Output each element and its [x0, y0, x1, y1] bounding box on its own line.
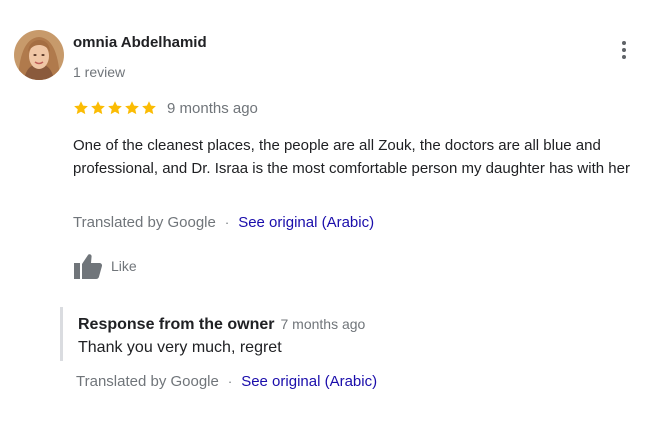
- separator-dot: ·: [227, 374, 233, 389]
- reviewer-name[interactable]: omnia Abdelhamid: [73, 34, 207, 51]
- star-icon: [91, 101, 105, 115]
- star-icon: [74, 101, 88, 115]
- star-icon: [125, 101, 139, 115]
- review-text: One of the cleanest places, the people a…: [73, 137, 630, 177]
- more-vert-icon: [622, 41, 626, 45]
- more-vert-icon-dot: [622, 55, 626, 59]
- star-icon: [108, 101, 122, 115]
- review-date: 9 months ago: [167, 99, 258, 117]
- more-options-button[interactable]: [614, 38, 634, 62]
- owner-response-border: [60, 307, 63, 361]
- like-button[interactable]: Like: [73, 252, 137, 280]
- review-translation-row: Translated by Google · See original (Ara…: [73, 214, 374, 231]
- owner-response-title: Response from the owner: [78, 316, 275, 333]
- translated-by-google-label: Translated by Google: [76, 373, 219, 390]
- see-original-link[interactable]: See original (Arabic): [238, 214, 374, 231]
- more-vert-icon-dot: [622, 48, 626, 52]
- owner-translation-row: Translated by Google · See original (Ara…: [76, 373, 377, 390]
- like-label: Like: [111, 258, 137, 274]
- rating-row: 9 months ago: [73, 97, 258, 119]
- reviewer-avatar[interactable]: [14, 30, 64, 80]
- thumbs-up-icon: [74, 254, 103, 279]
- separator-dot: ·: [224, 215, 230, 230]
- owner-response-text: Thank you very much, regret: [78, 339, 282, 356]
- star-rating: [73, 100, 157, 116]
- translated-by-google-label: Translated by Google: [73, 214, 216, 231]
- see-original-link[interactable]: See original (Arabic): [241, 373, 377, 390]
- reviewer-review-count[interactable]: 1 review: [73, 64, 125, 80]
- avatar-photo: [14, 30, 64, 80]
- owner-response-header: Response from the owner 7 months ago: [78, 316, 365, 334]
- star-icon: [142, 101, 156, 115]
- owner-response-date: 7 months ago: [280, 316, 366, 332]
